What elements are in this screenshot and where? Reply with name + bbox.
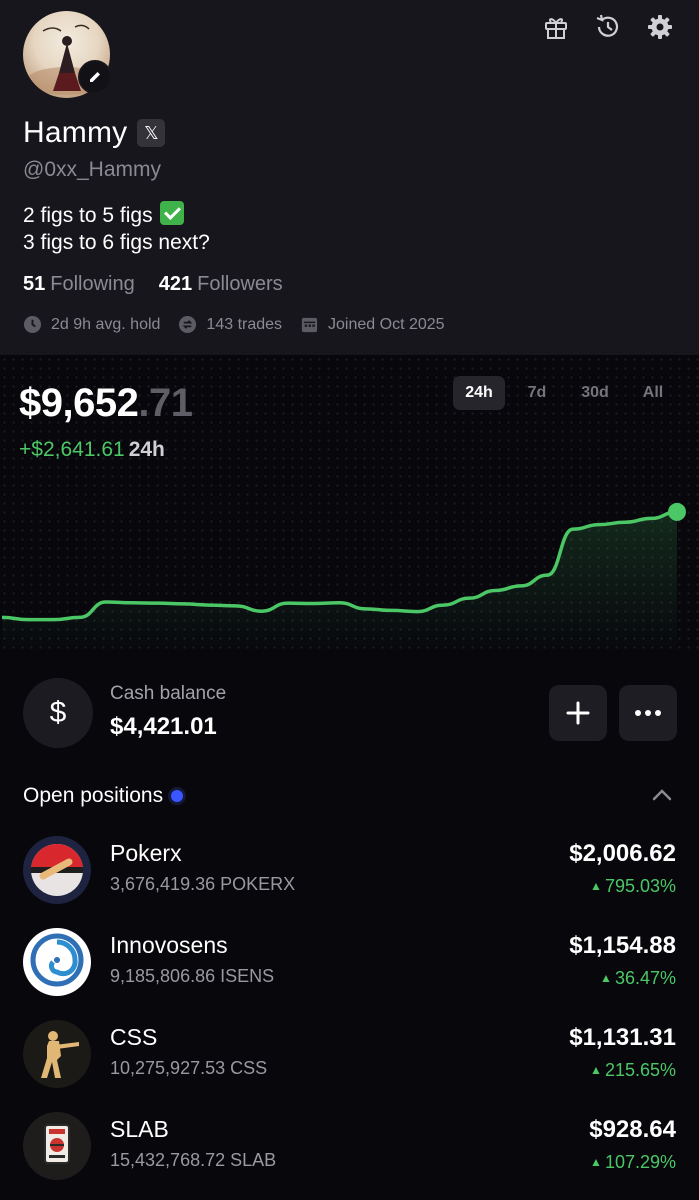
position-change-value: 36.47% — [614, 968, 676, 988]
range-7d[interactable]: 7d — [511, 376, 563, 410]
up-triangle-icon: ▲ — [590, 1063, 602, 1077]
position-amount: 3,676,419.36 POKERX — [110, 874, 296, 894]
portfolio-change: +$2,641.61 24h — [19, 438, 165, 462]
position-name: CSS — [110, 1024, 158, 1050]
followers-label: Followers — [197, 273, 283, 295]
cash-label: Cash balance — [110, 683, 227, 704]
dollar-icon: $ — [23, 678, 93, 748]
position-row[interactable]: Pokerx 3,676,419.36 POKERX $2,006.62 ▲ 79… — [23, 836, 676, 908]
calendar-icon — [301, 317, 318, 333]
position-change: ▲ 215.65% — [590, 1060, 676, 1081]
range-selector: 24h 7d 30d All — [453, 376, 679, 410]
range-30d[interactable]: 30d — [569, 376, 621, 410]
range-24h[interactable]: 24h — [453, 376, 505, 410]
cash-balance-section: $ Cash balance $4,421.01 — [23, 677, 683, 748]
position-value: $928.64 — [589, 1116, 676, 1143]
following-count: 51 — [23, 273, 46, 295]
clock-icon — [23, 315, 42, 334]
more-options-button[interactable] — [619, 685, 677, 741]
position-change-value: 215.65% — [604, 1060, 676, 1080]
add-cash-button[interactable] — [549, 685, 607, 741]
position-row[interactable]: Innovosens 9,185,806.86 ISENS $1,154.88 … — [23, 928, 676, 1000]
followers-count: 421 — [158, 273, 193, 295]
more-icon — [635, 710, 661, 716]
avg-hold-stat: 2d 9h avg. hold — [23, 315, 160, 334]
position-change: ▲ 795.03% — [590, 876, 676, 897]
gift-icon — [545, 18, 567, 39]
swap-icon — [179, 315, 197, 334]
position-change: ▲ 36.47% — [600, 968, 676, 989]
following-label: Following — [50, 273, 135, 295]
plus-icon — [566, 701, 590, 725]
position-change: ▲ 107.29% — [590, 1152, 676, 1173]
up-triangle-icon: ▲ — [600, 971, 612, 985]
bio-line-1: 2 figs to 5 figs — [23, 204, 153, 227]
latest-point — [668, 502, 686, 521]
position-amount: 15,432,768.72 SLAB — [110, 1150, 277, 1170]
following-link[interactable]: 51 Following — [23, 273, 135, 296]
chevron-up-icon[interactable] — [651, 788, 673, 802]
position-value: $1,154.88 — [569, 932, 676, 959]
x-link-icon[interactable]: 𝕏 — [137, 119, 166, 147]
range-all[interactable]: All — [627, 376, 679, 410]
position-change-value: 795.03% — [604, 876, 676, 896]
pokerx-logo-icon — [23, 836, 91, 904]
up-triangle-icon: ▲ — [590, 879, 602, 893]
position-value: $1,131.31 — [569, 1024, 676, 1051]
profile-name: Hammy — [23, 116, 128, 149]
position-name: SLAB — [110, 1116, 169, 1142]
css-soldier-icon — [23, 1020, 91, 1088]
position-amount: 10,275,927.53 CSS — [110, 1058, 268, 1078]
check-mark-icon — [160, 201, 185, 225]
history-icon — [596, 14, 619, 37]
pencil-icon — [90, 72, 100, 82]
change-period: 24h — [128, 438, 165, 461]
profile-handle: @0xx_Hammy — [23, 158, 162, 181]
profile-header: Hammy 𝕏 @0xx_Hammy 2 figs to 5 figs 3 fi… — [0, 0, 699, 355]
slab-card-icon — [23, 1112, 91, 1180]
change-amount: +$2,641.61 — [19, 438, 125, 461]
bio-line-2: 3 figs to 6 figs next? — [23, 231, 210, 254]
position-amount: 9,185,806.86 ISENS — [110, 966, 275, 986]
position-row[interactable]: SLAB 15,432,768.72 SLAB $928.64 ▲ 107.29% — [23, 1112, 676, 1184]
position-value: $2,006.62 — [569, 840, 676, 867]
trades-text: 143 trades — [206, 315, 283, 333]
portfolio-balance: $9,652.71 — [19, 381, 193, 426]
avg-hold-text: 2d 9h avg. hold — [51, 315, 161, 333]
history-button[interactable] — [593, 12, 623, 42]
followers-link[interactable]: 421 Followers — [159, 273, 283, 296]
portfolio-line-chart — [1, 502, 686, 655]
profile-bio: 2 figs to 5 figs 3 figs to 6 figs next? — [23, 201, 210, 256]
position-row[interactable]: CSS 10,275,927.53 CSS $1,131.31 ▲ 215.65% — [23, 1020, 676, 1092]
joined-stat: Joined Oct 2025 — [300, 315, 445, 334]
open-positions-header[interactable]: Open positions — [23, 784, 673, 812]
position-name: Innovosens — [110, 932, 228, 958]
innovosens-logo-icon — [23, 928, 91, 996]
trades-stat: 143 trades — [178, 315, 282, 334]
gift-button[interactable] — [541, 12, 571, 42]
chart-area-fill — [2, 511, 677, 655]
live-dot-icon — [171, 790, 184, 802]
open-positions-title: Open positions — [23, 784, 164, 807]
edit-avatar-button[interactable] — [78, 60, 112, 94]
balance-main: $9,652 — [19, 381, 139, 425]
position-name: Pokerx — [110, 840, 182, 866]
up-triangle-icon: ▲ — [590, 1155, 602, 1169]
joined-text: Joined Oct 2025 — [328, 315, 445, 333]
gear-icon — [648, 15, 672, 39]
balance-cents: .71 — [138, 381, 193, 425]
position-change-value: 107.29% — [604, 1152, 676, 1172]
cash-value: $4,421.01 — [110, 713, 217, 740]
settings-button[interactable] — [645, 12, 675, 42]
